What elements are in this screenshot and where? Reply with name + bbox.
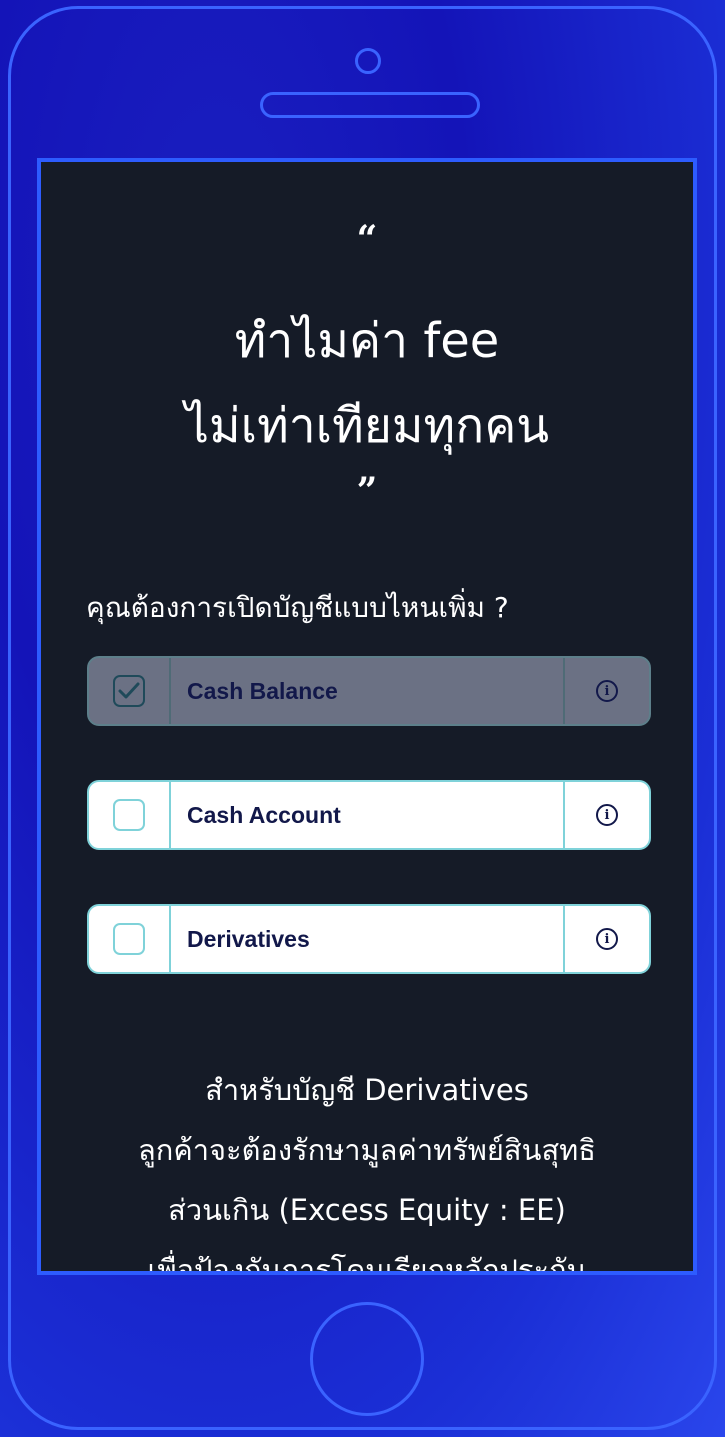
info-button[interactable]: i [563, 906, 649, 972]
phone-screen: “ ทำไมค่า fee ไม่เท่าเทียมทุกคน ” คุณต้อ… [37, 158, 697, 1275]
checkbox-cell[interactable] [89, 906, 171, 972]
headline-line-1: ทำไมค่า fee [234, 313, 500, 369]
note-line-1: สำหรับบัญชี Derivatives [205, 1073, 529, 1107]
info-button[interactable]: i [563, 782, 649, 848]
info-icon: i [596, 680, 618, 702]
headline-line-2: ไม่เท่าเทียมทุกคน [184, 398, 550, 454]
checkmark-icon [118, 682, 140, 699]
option-cash-balance[interactable]: Cash Balance i [87, 656, 651, 726]
camera-icon [355, 48, 381, 74]
info-icon: i [596, 928, 618, 950]
option-label: Cash Account [187, 801, 341, 828]
close-quote-mark: ” [356, 470, 378, 512]
info-icon: i [596, 804, 618, 826]
account-type-question: คุณต้องการเปิดบัญชีแบบไหนเพิ่ม ? [86, 591, 509, 624]
option-derivatives[interactable]: Derivatives i [87, 904, 651, 974]
option-cash-account[interactable]: Cash Account i [87, 780, 651, 850]
note-line-4: เพื่อป้องกันการโดนเรียกหลักประกัน [147, 1253, 587, 1275]
open-quote-mark: “ [356, 218, 378, 260]
option-label: Derivatives [187, 925, 310, 952]
checkbox[interactable] [113, 923, 145, 955]
home-button[interactable] [310, 1302, 424, 1416]
note-line-2: ลูกค้าจะต้องรักษามูลค่าทรัพย์สินสุทธิ [138, 1133, 596, 1167]
info-button[interactable]: i [563, 658, 649, 724]
checkbox[interactable] [113, 799, 145, 831]
checkbox-cell[interactable] [89, 658, 171, 724]
speaker-icon [260, 92, 480, 118]
checkbox-cell[interactable] [89, 782, 171, 848]
option-label: Cash Balance [187, 677, 338, 704]
checkbox[interactable] [113, 675, 145, 707]
note-line-3: ส่วนเกิน (Excess Equity : EE) [168, 1193, 566, 1227]
